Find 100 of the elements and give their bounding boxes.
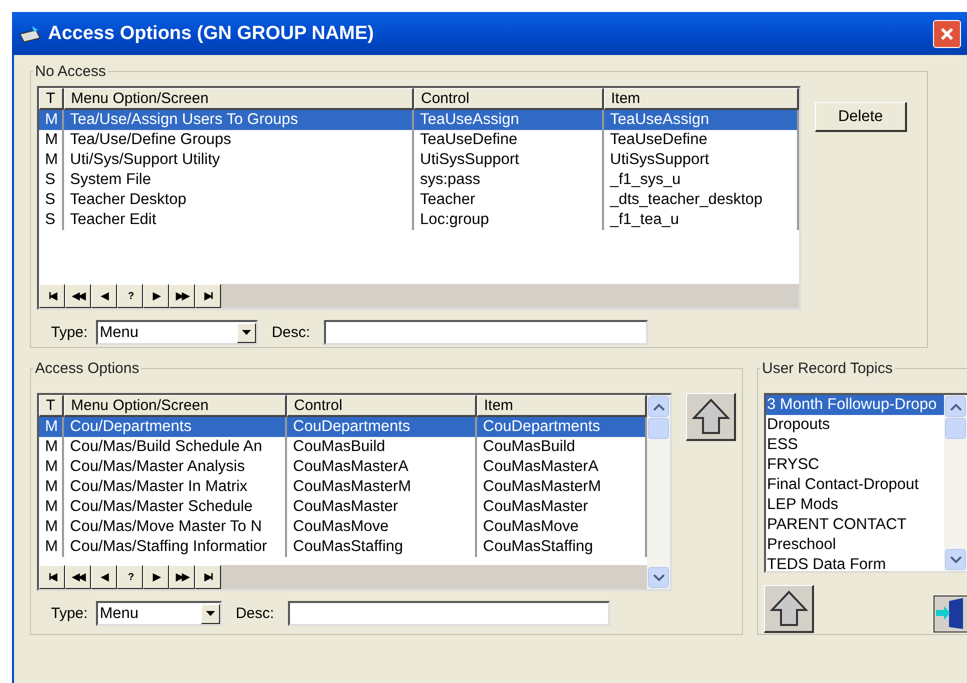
column-header[interactable]: Menu Option/Screen xyxy=(64,395,287,417)
table-cell: CouDepartments xyxy=(287,417,477,437)
scroll-down-button[interactable] xyxy=(945,549,966,570)
table-cell: CouMasMaster xyxy=(287,497,477,517)
column-header[interactable]: Control xyxy=(414,88,604,110)
move-up-button[interactable] xyxy=(764,585,814,633)
table-cell: Cou/Departments xyxy=(64,417,287,437)
scrollbar[interactable] xyxy=(944,395,967,571)
table-cell: System File xyxy=(64,170,414,190)
list-item[interactable]: Dropouts xyxy=(766,415,944,435)
table-cell: Cou/Mas/Master Analysis xyxy=(64,457,287,477)
list-item[interactable]: LEP Mods xyxy=(766,495,944,515)
list-item[interactable]: PARENT CONTACT xyxy=(766,515,944,535)
nav-button[interactable]: ◀◀ xyxy=(65,284,91,308)
table-row[interactable]: M Tea/Use/Assign Users To Groups TeaUseAssign TeaUseAssign xyxy=(39,110,799,130)
table-cell: Teacher Edit xyxy=(64,210,414,230)
group-title: User Record Topics xyxy=(761,360,894,377)
scroll-up-button[interactable] xyxy=(945,396,966,417)
table-cell: TeaUseAssign xyxy=(604,110,799,130)
table-row[interactable]: S Teacher Desktop Teacher _dts_teacher_desktop xyxy=(39,190,799,210)
table-cell: _f1_tea_u xyxy=(604,210,799,230)
column-header[interactable]: Item xyxy=(477,395,647,417)
list-item[interactable]: Preschool xyxy=(766,535,944,555)
table-cell: Tea/Use/Define Groups xyxy=(64,130,414,150)
list-item[interactable]: TEDS Data Form xyxy=(766,555,944,571)
close-button[interactable] xyxy=(933,20,961,48)
table-cell: S xyxy=(39,210,64,230)
nav-button[interactable]: ▶ xyxy=(143,565,169,589)
table-cell: CouMasStaffing xyxy=(287,537,477,557)
column-header[interactable]: Control xyxy=(287,395,477,417)
scroll-up-icon[interactable] xyxy=(652,402,664,410)
group-title: Access Options xyxy=(34,360,140,377)
move-up-button[interactable] xyxy=(686,393,736,441)
table-cell: M xyxy=(39,437,64,457)
nav-button[interactable]: ▶▶ xyxy=(169,565,195,589)
table-row[interactable]: S Teacher Edit Loc:group _f1_tea_u xyxy=(39,210,799,230)
nav-button[interactable]: ◀◀ xyxy=(65,565,91,589)
column-header[interactable]: Item xyxy=(604,88,799,110)
list-item[interactable]: FRYSC xyxy=(766,455,944,475)
table-cell: S xyxy=(39,170,64,190)
table-cell: M xyxy=(39,497,64,517)
type-label: Type: xyxy=(51,605,88,622)
table-row[interactable]: M Tea/Use/Define Groups TeaUseDefine TeaUseDefine xyxy=(39,130,799,150)
window-title: Access Options (GN GROUP NAME) xyxy=(48,22,375,44)
table-cell: M xyxy=(39,457,64,477)
nav-button[interactable]: ? xyxy=(117,565,143,589)
list-item[interactable]: Final Contact-Dropout xyxy=(766,475,944,495)
table-row[interactable]: M Uti/Sys/Support Utility UtiSysSupport UtiSysSupport xyxy=(39,150,799,170)
list-item[interactable]: ESS xyxy=(766,435,944,455)
table-cell: CouMasMove xyxy=(287,517,477,537)
column-header[interactable]: Menu Option/Screen xyxy=(64,88,414,110)
scroll-down-button[interactable] xyxy=(648,567,669,588)
table-cell: Cou/Mas/Build Schedule An xyxy=(64,437,287,457)
table-cell: Cou/Mas/Staffing Informatior xyxy=(64,537,287,557)
nav-button[interactable]: ▶I xyxy=(195,284,221,308)
scroll-up-icon[interactable] xyxy=(950,402,962,410)
type-label: Type: xyxy=(51,324,88,341)
table-row[interactable]: M Cou/Departments CouDepartments CouDepartments xyxy=(39,417,647,437)
nav-button[interactable]: ▶▶ xyxy=(169,284,195,308)
nav-button[interactable]: ◀ xyxy=(91,284,117,308)
scrollbar[interactable] xyxy=(647,395,670,589)
table-cell: M xyxy=(39,417,64,437)
table-cell: Tea/Use/Assign Users To Groups xyxy=(64,110,414,130)
up-arrow-icon xyxy=(770,590,808,628)
table-cell: UtiSysSupport xyxy=(414,150,604,170)
table-cell: M xyxy=(39,477,64,497)
close-icon xyxy=(939,26,955,42)
scrollbar-thumb[interactable] xyxy=(648,418,669,439)
nav-button[interactable]: ◀ xyxy=(91,565,117,589)
scroll-down-icon[interactable] xyxy=(652,574,664,582)
table-cell: M xyxy=(39,537,64,557)
table-cell: Uti/Sys/Support Utility xyxy=(64,150,414,170)
type-dropdown[interactable]: Menu xyxy=(96,320,258,345)
list-item[interactable]: 3 Month Followup-Dropo xyxy=(766,395,944,415)
table-cell: sys:pass xyxy=(414,170,604,190)
exit-door-icon[interactable] xyxy=(933,595,967,633)
desc-field[interactable] xyxy=(288,601,610,626)
dropdown-caret-icon xyxy=(242,330,251,335)
nav-button[interactable]: ▶I xyxy=(195,565,221,589)
table-cell: Cou/Mas/Move Master To N xyxy=(64,517,287,537)
nav-button[interactable]: I◀ xyxy=(39,565,65,589)
table-cell: M xyxy=(39,150,64,170)
column-header[interactable]: T xyxy=(39,395,64,417)
nav-button[interactable]: ▶ xyxy=(143,284,169,308)
table-row[interactable]: S System File sys:pass _f1_sys_u xyxy=(39,170,799,190)
scroll-up-button[interactable] xyxy=(648,396,669,417)
table-cell: Teacher xyxy=(414,190,604,210)
nav-button[interactable]: ? xyxy=(117,284,143,308)
nav-button[interactable]: I◀ xyxy=(39,284,65,308)
type-dropdown[interactable]: Menu xyxy=(96,601,222,626)
table-cell: TeaUseAssign xyxy=(414,110,604,130)
dropdown-caret-icon xyxy=(206,611,215,616)
scrollbar-thumb[interactable] xyxy=(945,418,966,439)
column-header[interactable]: T xyxy=(39,88,64,110)
desc-label: Desc: xyxy=(272,324,310,341)
delete-button[interactable]: Delete xyxy=(815,102,907,132)
table-cell: M xyxy=(39,517,64,537)
scroll-down-icon[interactable] xyxy=(950,556,962,564)
table-cell: TeaUseDefine xyxy=(604,130,799,150)
desc-field[interactable] xyxy=(324,320,648,345)
